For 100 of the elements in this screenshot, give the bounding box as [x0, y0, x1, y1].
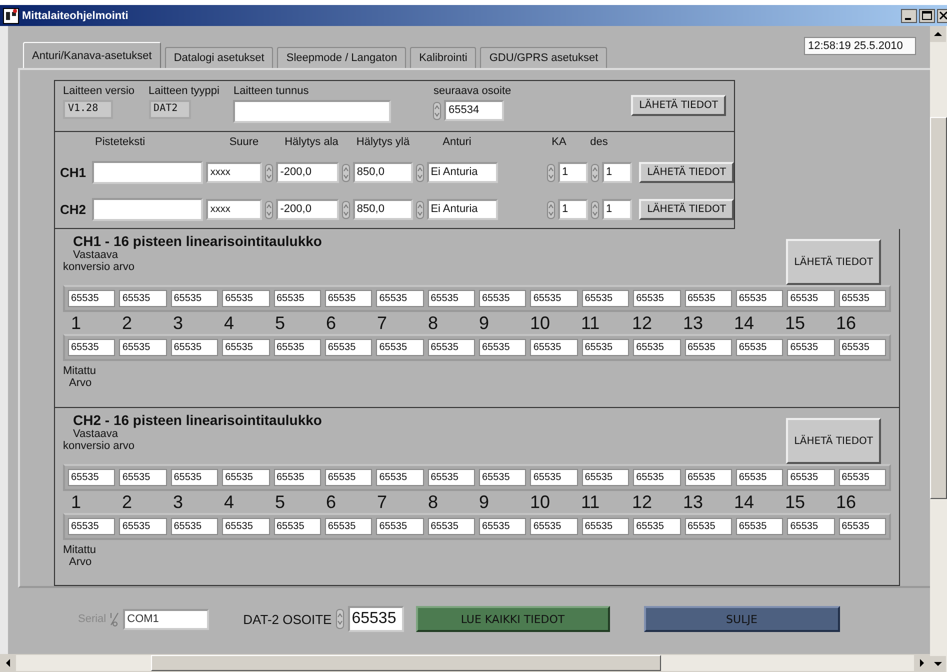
- sensor-field[interactable]: Ei Anturia: [426, 162, 498, 184]
- spinner-icon[interactable]: [433, 102, 442, 120]
- ka-field[interactable]: 1: [558, 162, 588, 184]
- value-field[interactable]: 65535: [787, 518, 835, 536]
- send-button[interactable]: LÄHETÄ TIEDOT: [639, 199, 734, 220]
- value-field[interactable]: 65535: [428, 518, 475, 536]
- value-field[interactable]: 65535: [633, 339, 680, 356]
- value-field[interactable]: 65535: [274, 290, 321, 308]
- send-button[interactable]: LÄHETÄ TIEDOT: [639, 162, 734, 184]
- value-field[interactable]: 65535: [530, 518, 578, 536]
- value-field[interactable]: 65535: [324, 518, 372, 536]
- minimize-icon[interactable]: [901, 8, 917, 22]
- value-field[interactable]: 65535: [274, 339, 321, 356]
- send-button[interactable]: LÄHETÄ TIEDOT: [786, 239, 881, 286]
- spinner-icon[interactable]: [416, 164, 424, 182]
- value-field[interactable]: 65535: [68, 290, 116, 308]
- spinner-icon[interactable]: [265, 164, 274, 182]
- spinner-icon[interactable]: [591, 200, 600, 219]
- value-field[interactable]: 65535: [479, 290, 526, 308]
- value-field[interactable]: 65535: [376, 290, 424, 308]
- scroll-down-icon[interactable]: [930, 656, 946, 672]
- value-field[interactable]: 65535: [736, 339, 784, 356]
- spinner-icon[interactable]: [546, 200, 555, 219]
- close-icon[interactable]: [937, 8, 947, 22]
- value-field[interactable]: 65535: [68, 518, 116, 536]
- value-field[interactable]: 65535: [324, 469, 372, 486]
- scroll-thumb[interactable]: [151, 655, 661, 671]
- value-field[interactable]: 65535: [222, 290, 270, 308]
- spinner-icon[interactable]: [265, 200, 274, 219]
- value-field[interactable]: 65535: [170, 518, 218, 536]
- value-field[interactable]: 65535: [479, 469, 526, 486]
- value-field[interactable]: 65535: [119, 290, 167, 308]
- tab[interactable]: Anturi/Kanava-asetukset: [23, 42, 161, 68]
- value-field[interactable]: 65535: [838, 469, 886, 486]
- value-field[interactable]: 65535: [119, 469, 167, 486]
- alarm-low-field[interactable]: -200,0: [276, 162, 339, 184]
- value-field[interactable]: 65535: [530, 290, 578, 308]
- value-field[interactable]: 65535: [222, 518, 270, 536]
- value-field[interactable]: 65535: [530, 469, 578, 486]
- tab[interactable]: Datalogi asetukset: [164, 47, 274, 68]
- value-field[interactable]: 65535: [736, 290, 784, 308]
- value-field[interactable]: 65535: [787, 290, 835, 308]
- value-field[interactable]: 65535: [736, 518, 784, 536]
- value-field[interactable]: 65535: [376, 518, 424, 536]
- value-field[interactable]: 65535: [222, 339, 270, 356]
- value-field[interactable]: 65535: [479, 339, 526, 356]
- value-field[interactable]: 65535: [428, 469, 475, 486]
- alarm-high-field[interactable]: 850,0: [352, 199, 413, 220]
- sensor-field[interactable]: Ei Anturia: [426, 199, 498, 220]
- value-field[interactable]: 65535: [274, 469, 321, 486]
- value-field[interactable]: 65535: [633, 469, 680, 486]
- value-field[interactable]: 65535: [170, 339, 218, 356]
- value-field[interactable]: 65535: [684, 518, 732, 536]
- point-text-field[interactable]: [92, 161, 204, 184]
- value-field[interactable]: 65535: [170, 469, 218, 486]
- tab[interactable]: GDU/GPRS asetukset: [480, 47, 608, 68]
- value-field[interactable]: 65535: [582, 290, 630, 308]
- tab[interactable]: Kalibrointi: [410, 47, 476, 68]
- value-field[interactable]: 65535: [428, 339, 475, 356]
- value-field[interactable]: 65535: [787, 339, 835, 356]
- value-field[interactable]: 65535: [530, 339, 578, 356]
- value-field[interactable]: 65535: [838, 290, 886, 308]
- value-field[interactable]: 65535: [582, 469, 630, 486]
- spinner-icon[interactable]: [342, 164, 350, 182]
- value-field[interactable]: 65535: [170, 290, 218, 308]
- id-field[interactable]: [233, 100, 392, 123]
- point-text-field[interactable]: [92, 198, 204, 222]
- value-field[interactable]: 65535: [582, 339, 630, 356]
- value-field[interactable]: 65535: [582, 518, 630, 536]
- maximize-icon[interactable]: [919, 8, 935, 22]
- scroll-up-icon[interactable]: [930, 26, 946, 42]
- value-field[interactable]: 65535: [68, 339, 116, 356]
- action-button[interactable]: LUE KAIKKI TIEDOT: [416, 606, 610, 632]
- value-field[interactable]: 65535: [428, 290, 475, 308]
- send-button[interactable]: LÄHETÄ TIEDOT: [786, 418, 881, 464]
- value-field[interactable]: 65535: [838, 339, 886, 356]
- value-field[interactable]: 65535: [376, 339, 424, 356]
- value-field[interactable]: 65535: [479, 518, 526, 536]
- ka-field[interactable]: 1: [558, 199, 588, 220]
- spinner-icon[interactable]: [591, 164, 600, 182]
- scroll-thumb[interactable]: [930, 117, 947, 499]
- value-field[interactable]: 65535: [119, 518, 167, 536]
- value-field[interactable]: 65535: [684, 469, 732, 486]
- value-field[interactable]: 65535: [274, 518, 321, 536]
- address-field[interactable]: 65535: [348, 606, 404, 632]
- alarm-low-field[interactable]: -200,0: [276, 199, 339, 220]
- value-field[interactable]: 65535: [684, 339, 732, 356]
- value-field[interactable]: 65535: [324, 339, 372, 356]
- value-field[interactable]: 65535: [119, 339, 167, 356]
- value-field[interactable]: 65535: [68, 469, 116, 486]
- spinner-icon[interactable]: [336, 609, 344, 629]
- value-field[interactable]: 65535: [838, 518, 886, 536]
- address-field[interactable]: 65534: [444, 100, 504, 121]
- quantity-field[interactable]: xxxx: [206, 162, 262, 184]
- des-field[interactable]: 1: [602, 199, 632, 220]
- value-field[interactable]: 65535: [222, 469, 270, 486]
- spinner-icon[interactable]: [416, 200, 424, 219]
- spinner-icon[interactable]: [342, 200, 350, 219]
- value-field[interactable]: 65535: [684, 290, 732, 308]
- alarm-high-field[interactable]: 850,0: [352, 162, 413, 184]
